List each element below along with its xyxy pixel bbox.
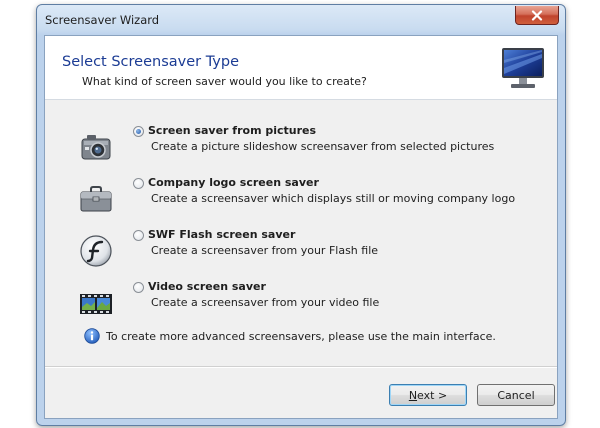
next-accelerator: N [408,388,418,402]
radio-video[interactable] [133,282,144,293]
option-title: Company logo screen saver [148,176,319,189]
next-label: ext > [417,388,448,402]
info-note: To create more advanced screensavers, pl… [84,327,544,347]
footer-divider [45,366,557,368]
next-button[interactable]: Next > [389,384,467,406]
briefcase-icon [80,186,112,212]
camera-icon [81,135,111,160]
option-title: Screen saver from pictures [148,124,317,137]
flash-icon [80,235,112,267]
radio-pictures[interactable] [133,126,144,137]
window-title: Screensaver Wizard [45,13,160,27]
option-title: Video screen saver [148,280,266,293]
radio-company-logo[interactable] [133,178,144,189]
option-pictures[interactable]: Screen saver from pictures Create a pict… [45,124,557,170]
option-video[interactable]: Video screen saver Create a screensaver … [45,280,557,326]
wizard-header: Select Screensaver Type What kind of scr… [45,36,557,100]
cancel-button[interactable]: Cancel [477,384,555,406]
page-title: Select Screensaver Type [62,54,240,70]
page-subtitle: What kind of screen saver would you like… [82,75,367,88]
monitor-icon [502,48,544,88]
wizard-window: Screensaver Wizard Select Screensaver Ty… [36,4,566,426]
option-description: Create a screensaver from your Flash fil… [151,244,379,257]
option-description: Create a picture slideshow screensaver f… [151,140,495,153]
close-icon [531,9,543,21]
option-description: Create a screensaver from your video fil… [151,296,380,309]
info-text: To create more advanced screensavers, pl… [106,330,496,343]
close-button[interactable] [515,6,559,25]
info-icon [84,328,100,344]
option-swf-flash[interactable]: SWF Flash screen saver Create a screensa… [45,228,557,274]
option-company-logo[interactable]: Company logo screen saver Create a scree… [45,176,557,222]
film-strip-icon [80,294,112,314]
radio-swf-flash[interactable] [133,230,144,241]
option-title: SWF Flash screen saver [148,228,296,241]
title-bar[interactable]: Screensaver Wizard [37,5,565,35]
option-description: Create a screensaver which displays stil… [151,192,516,205]
wizard-client-area: Select Screensaver Type What kind of scr… [44,35,558,419]
